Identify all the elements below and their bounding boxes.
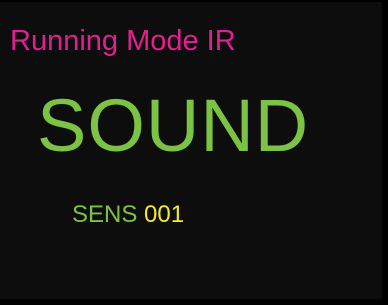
- current-mode-label: SOUND: [37, 84, 310, 167]
- screen-border-right: [382, 0, 388, 305]
- device-display-screen: Running Mode IR SOUND SENS 001: [0, 0, 388, 305]
- sensitivity-value: 001: [144, 201, 185, 228]
- sensitivity-label: SENS: [72, 201, 138, 228]
- sensitivity-readout: SENS 001: [72, 201, 184, 229]
- screen-border-top: [0, 0, 388, 2]
- screen-border-bottom: [0, 299, 388, 305]
- running-mode-title: Running Mode IR: [10, 25, 236, 57]
